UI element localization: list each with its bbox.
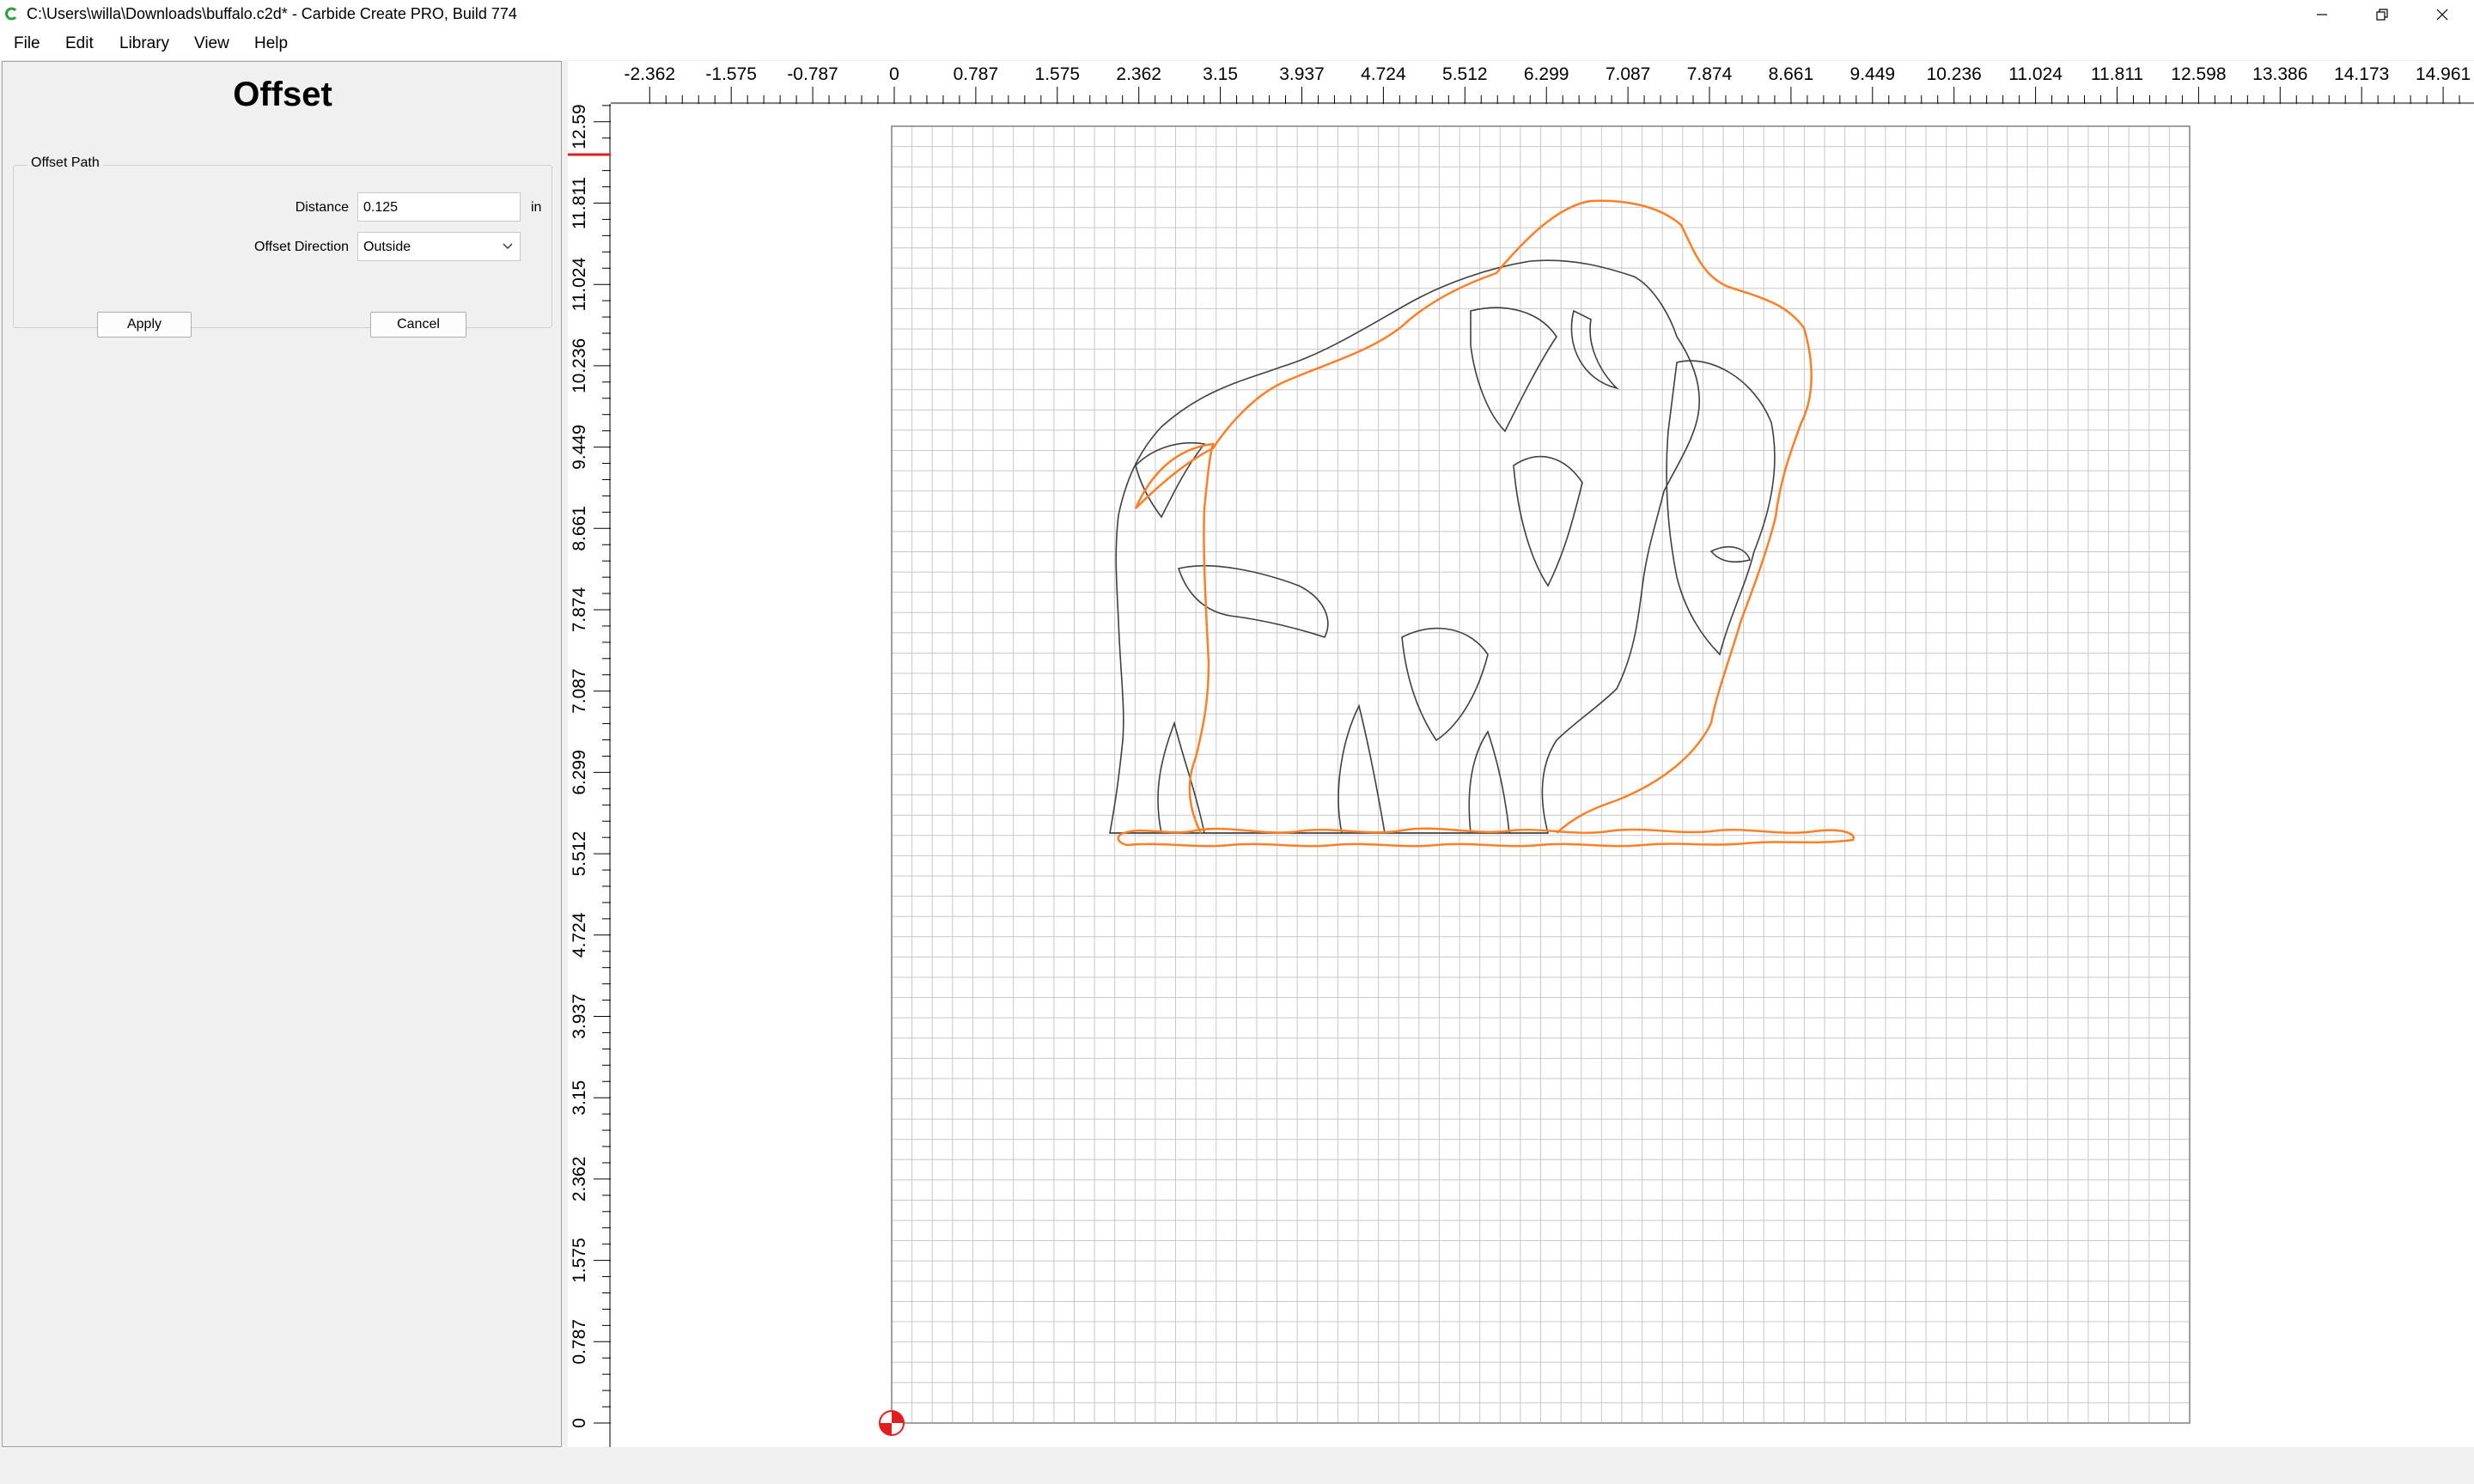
ruler-y-tick-label: 0	[570, 1418, 589, 1428]
canvas-svg[interactable]	[612, 105, 2474, 1447]
ruler-x-tick-label: 12.598	[2171, 64, 2226, 84]
ruler-y-tick-label: 0.787	[570, 1319, 589, 1365]
ruler-x-tick-label: 0	[889, 64, 899, 84]
minimize-button[interactable]	[2292, 0, 2352, 28]
ruler-x-tick-label: 11.024	[2008, 64, 2063, 84]
ruler-x-tick-label: 13.386	[2252, 64, 2307, 84]
ruler-y-tick-label: 6.299	[570, 750, 589, 795]
buffalo-leg-front[interactable]	[1468, 730, 1510, 834]
ruler-x-tick-label: 0.787	[954, 64, 999, 84]
buffalo-vector-paths[interactable]	[1109, 259, 1776, 834]
ruler-x-tick-label: 10.236	[1927, 64, 1982, 84]
minimize-icon	[2317, 13, 2327, 15]
buffalo-leg-mid[interactable]	[1338, 703, 1386, 834]
ruler-x-tick-label: 11.811	[2091, 64, 2143, 84]
ruler-y-tick-label: 2.362	[570, 1157, 589, 1202]
ruler-x-tick-label: 3.15	[1203, 64, 1238, 84]
buffalo-eye[interactable]	[1709, 546, 1752, 563]
offset-panel: Offset Offset Path Distance 0.125 in Off…	[2, 61, 562, 1447]
ruler-x-tick-label: 7.874	[1687, 64, 1733, 84]
buffalo-mane-2[interactable]	[1513, 455, 1583, 587]
ruler-y-tick-label: 10.236	[570, 338, 589, 393]
chevron-down-icon	[503, 243, 513, 249]
ruler-y-tick-label: 12.598	[570, 104, 589, 149]
ruler-x-tick-label: 14.961	[2416, 64, 2471, 84]
window-title: C:\Users\willa\Downloads\buffalo.c2d* - …	[27, 5, 517, 22]
ruler-x-tick-label: 9.449	[1850, 64, 1896, 84]
restore-button[interactable]	[2352, 0, 2412, 28]
buffalo-tail[interactable]	[1135, 441, 1206, 519]
ruler-x-tick-label: 3.937	[1279, 64, 1325, 84]
carbide-create-logo-icon	[5, 7, 17, 21]
ruler-x-tick-label: -0.787	[787, 64, 838, 84]
status-bar	[0, 1451, 2474, 1484]
ruler-x-tick-label: 14.173	[2334, 64, 2389, 84]
design-canvas[interactable]	[612, 105, 2474, 1447]
ruler-y-tick-label: 7.874	[570, 587, 589, 632]
ruler-y-tick-label: 5.512	[570, 831, 589, 877]
vertical-ruler: 12.598 11.811 11.024 10.236 9.449 8.661 7.874 7…	[568, 56, 611, 1447]
close-button[interactable]	[2412, 0, 2472, 28]
direction-select[interactable]: Outside	[357, 232, 521, 261]
distance-input[interactable]: 0.125	[357, 192, 521, 222]
buffalo-leg-rear[interactable]	[1157, 721, 1205, 834]
ruler-x-tick-label: 2.362	[1116, 64, 1161, 84]
buffalo-belly[interactable]	[1401, 627, 1489, 742]
ruler-x-tick-label: 4.724	[1361, 64, 1406, 84]
ruler-x-tick-label: 8.661	[1769, 64, 1814, 84]
direction-value: Outside	[363, 240, 411, 254]
menu-edit[interactable]: Edit	[65, 34, 94, 53]
group-title: Offset Path	[27, 155, 103, 171]
ruler-y-tick-label: 4.724	[570, 912, 589, 958]
origin-marker-icon[interactable]	[879, 1410, 905, 1436]
distance-label: Distance	[295, 200, 349, 215]
ruler-x-tick-label: 6.299	[1524, 64, 1569, 84]
ruler-y-tick-label: 11.811	[570, 177, 589, 229]
ruler-y-tick-label: 11.024	[570, 258, 589, 312]
ruler-x-tick-label: 5.512	[1442, 64, 1488, 84]
horizontal-ruler: -2.362 -1.575 -0.787 0 0.787 1.575 2.362 3.15 3.…	[568, 61, 2474, 104]
apply-button[interactable]: Apply	[97, 312, 192, 338]
buffalo-hind-detail[interactable]	[1177, 564, 1329, 638]
ruler-x-tick-label: -1.575	[705, 64, 757, 84]
restore-icon	[2376, 8, 2388, 21]
ruler-y-tick-label: 3.937	[570, 994, 589, 1039]
offset-path-group: Offset Path Distance 0.125 in Offset Dir…	[13, 155, 552, 328]
menu-help[interactable]: Help	[254, 34, 288, 53]
horizontal-ruler-svg: -2.362 -1.575 -0.787 0 0.787 1.575 2.362 3.15 3.…	[568, 64, 2474, 104]
ruler-x-tick-label: -2.362	[625, 64, 676, 84]
menu-view[interactable]: View	[194, 34, 229, 53]
cancel-button[interactable]: Cancel	[370, 312, 466, 338]
distance-unit: in	[531, 200, 542, 215]
vertical-ruler-svg: 12.598 11.811 11.024 10.236 9.449 8.661 7.874 7…	[568, 56, 611, 1447]
ruler-x-tick-label: 7.087	[1606, 64, 1651, 84]
ruler-y-tick-label: 3.15	[570, 1080, 589, 1116]
ruler-y-tick-label: 7.087	[570, 668, 589, 714]
menu-bar: File Edit Library View Help	[0, 28, 2474, 60]
ruler-corner	[568, 61, 611, 104]
ruler-y-tick-label: 1.575	[570, 1238, 589, 1283]
menu-library[interactable]: Library	[119, 34, 169, 53]
close-icon	[2436, 9, 2448, 20]
ruler-x-tick-label: 1.575	[1035, 64, 1081, 84]
ruler-y-tick-label: 9.449	[570, 424, 589, 470]
menu-file[interactable]: File	[14, 34, 40, 53]
title-bar: C:\Users\willa\Downloads\buffalo.c2d* - …	[0, 0, 2474, 28]
ruler-y-tick-label: 8.661	[570, 506, 589, 551]
panel-title: Offset	[233, 76, 332, 113]
direction-label: Offset Direction	[254, 240, 349, 254]
